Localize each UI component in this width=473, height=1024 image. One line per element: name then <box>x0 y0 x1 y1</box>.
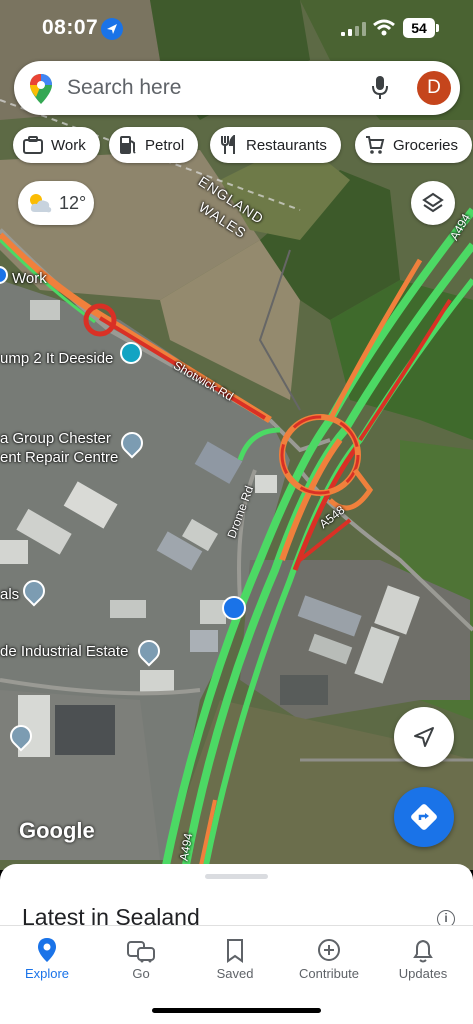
weather-chip[interactable]: 12° <box>18 181 94 225</box>
chip-restaurants-label: Restaurants <box>246 136 327 154</box>
place-label-jump[interactable]: ump 2 It Deeside <box>0 350 113 367</box>
work-place-label[interactable]: Work <box>12 270 47 287</box>
cellular-signal-icon <box>341 22 366 36</box>
temperature: 12° <box>59 192 87 213</box>
nav-saved[interactable]: Saved <box>188 936 282 981</box>
location-services-icon <box>101 18 123 40</box>
account-avatar[interactable]: D <box>417 71 451 105</box>
layers-button[interactable] <box>411 181 455 225</box>
sheet-drag-handle[interactable] <box>205 874 268 879</box>
chip-petrol-label: Petrol <box>145 136 185 154</box>
my-location-button[interactable] <box>394 707 454 767</box>
microphone-icon[interactable] <box>371 75 389 101</box>
nav-explore-label: Explore <box>24 966 70 981</box>
battery-tip <box>436 24 439 32</box>
commute-icon <box>127 941 155 963</box>
nav-go[interactable]: Go <box>94 936 188 981</box>
place-label-industrial-estate[interactable]: de Industrial Estate <box>0 643 128 660</box>
google-logo: Google <box>19 818 95 843</box>
battery-level: 54 <box>403 18 435 38</box>
bookmark-icon <box>227 939 243 963</box>
chip-petrol[interactable]: Petrol <box>109 127 199 163</box>
nav-go-label: Go <box>132 966 150 981</box>
briefcase-icon <box>23 136 43 154</box>
chip-groceries-label: Groceries <box>393 136 459 154</box>
directions-icon <box>411 804 437 830</box>
navigation-arrow-icon <box>414 727 434 747</box>
wifi-icon <box>373 19 395 36</box>
cart-icon <box>366 136 385 154</box>
shopping-pin-icon[interactable] <box>222 596 246 620</box>
add-circle-icon <box>318 939 340 961</box>
place-label-chester-2[interactable]: ent Repair Centre <box>0 449 118 466</box>
status-time: 08:07 <box>42 16 99 39</box>
place-label-als[interactable]: als <box>0 586 19 603</box>
status-bar: 08:07 54 <box>0 0 473 56</box>
store-pin-icon[interactable] <box>120 342 142 364</box>
fuel-pump-icon <box>120 136 136 154</box>
bell-icon <box>413 939 433 963</box>
directions-button[interactable] <box>394 787 454 847</box>
partly-sunny-icon <box>30 194 52 213</box>
chip-work-label: Work <box>51 136 86 154</box>
nav-contribute[interactable]: Contribute <box>282 936 376 981</box>
search-input[interactable]: Search here <box>67 76 181 100</box>
nav-saved-label: Saved <box>216 966 254 981</box>
chip-work[interactable]: Work <box>13 127 100 163</box>
place-label-chester-1[interactable]: a Group Chester <box>0 430 111 447</box>
home-indicator[interactable] <box>152 1008 321 1013</box>
explore-pin-icon <box>38 938 56 962</box>
fork-knife-icon <box>221 135 235 154</box>
maps-logo-icon <box>30 74 52 104</box>
chip-restaurants[interactable]: Restaurants <box>210 127 341 163</box>
chip-groceries[interactable]: Groceries <box>355 127 473 163</box>
nav-updates-label: Updates <box>398 966 448 981</box>
bottom-sheet[interactable]: Latest in Sealand i <box>0 864 473 934</box>
nav-explore[interactable]: Explore <box>0 936 94 981</box>
search-bar[interactable]: Search here D <box>14 61 460 115</box>
nav-contribute-label: Contribute <box>299 966 359 981</box>
nav-updates[interactable]: Updates <box>376 936 470 981</box>
layers-icon <box>422 192 444 213</box>
